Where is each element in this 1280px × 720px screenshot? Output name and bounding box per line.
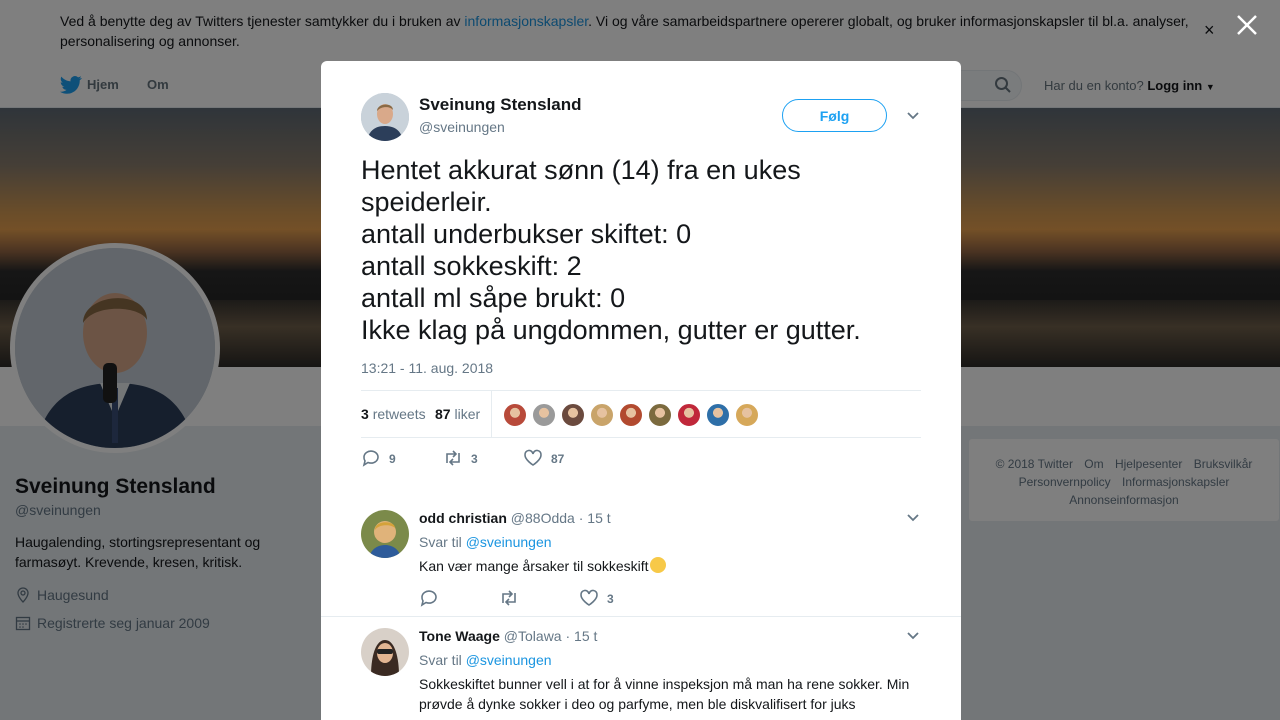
reply-to: Svar til @sveinungen [419, 652, 552, 668]
reply-button[interactable]: 9 [361, 449, 396, 467]
tweet-stats: 3 retweets 87 liker [361, 390, 921, 438]
retweet-icon [446, 450, 460, 466]
tweet-line: antall ml såpe brukt: 0 [361, 283, 626, 313]
heart-icon [524, 449, 542, 466]
reply-divider [321, 616, 961, 617]
liker-avatar[interactable] [619, 403, 643, 427]
heart-icon [580, 589, 598, 606]
liker-avatar[interactable] [677, 403, 701, 427]
like-count: 3 [607, 592, 614, 606]
reply-to-mention[interactable]: @sveinungen [466, 534, 552, 550]
retweet-button[interactable] [499, 589, 527, 607]
stats-divider [491, 391, 492, 438]
reply-time[interactable]: · 15 t [579, 510, 611, 526]
retweet-icon [502, 590, 516, 606]
reply-to-label: Svar til [419, 652, 462, 668]
liker-avatar[interactable] [561, 403, 585, 427]
reply-icon [420, 590, 437, 607]
likes-count: 87 [435, 406, 451, 422]
reply-author-handle[interactable]: @88Odda [511, 510, 575, 526]
reply-avatar-photo [361, 628, 409, 676]
author-name[interactable]: Sveinung Stensland [419, 95, 581, 115]
reply-header: odd christian @88Odda · 15 t [419, 510, 611, 526]
reply-to: Svar til @sveinungen [419, 534, 552, 550]
reply-time[interactable]: · 15 t [565, 628, 597, 644]
tweet-text: Hentet akkurat sønn (14) fra en ukes spe… [361, 154, 921, 346]
liker-avatar[interactable] [648, 403, 672, 427]
retweet-button[interactable]: 3 [443, 449, 478, 467]
reply-header: Tone Waage @Tolawa · 15 t [419, 628, 597, 644]
reply-text: Kan vær mange årsaker til sokkeskift [419, 556, 919, 576]
liker-avatar[interactable] [503, 403, 527, 427]
reply-author-handle[interactable]: @Tolawa [504, 628, 562, 644]
retweet-count: 3 [471, 452, 478, 466]
retweets-label: retweets [372, 406, 426, 422]
chevron-down-icon[interactable] [906, 109, 920, 123]
tweet-line: Ikke klag på ungdommen, gutter er gutter… [361, 315, 861, 345]
like-button[interactable]: 87 [523, 449, 564, 467]
liker-avatar[interactable] [532, 403, 556, 427]
author-avatar-photo [361, 93, 409, 141]
tweet-line: speiderleir. [361, 187, 492, 217]
reply-author-name[interactable]: Tone Waage [419, 628, 500, 644]
liker-avatar[interactable] [735, 403, 759, 427]
reply-author-name[interactable]: odd christian [419, 510, 507, 526]
reply-avatar[interactable] [361, 510, 409, 558]
reply-text-content: Kan vær mange årsaker til sokkeskift [419, 558, 649, 574]
reply-count: 9 [389, 452, 396, 466]
chevron-down-icon[interactable] [906, 511, 920, 525]
author-handle[interactable]: @sveinungen [419, 119, 505, 135]
reply-text: Sokkeskiftet bunner vell i at for å vinn… [419, 676, 910, 712]
reply-avatar[interactable] [361, 628, 409, 676]
like-button[interactable]: 3 [579, 589, 614, 607]
reply-to-mention[interactable]: @sveinungen [466, 652, 552, 668]
like-count: 87 [551, 452, 565, 466]
tweet-timestamp[interactable]: 13:21 - 11. aug. 2018 [361, 360, 493, 376]
thinking-face-icon [649, 557, 666, 573]
tweet-line: antall sokkeskift: 2 [361, 251, 582, 281]
reply-to-label: Svar til [419, 534, 462, 550]
retweets-count: 3 [361, 406, 369, 422]
reply-avatar-photo [361, 510, 409, 558]
reply-icon [362, 450, 379, 467]
chevron-down-icon[interactable] [906, 629, 920, 643]
liker-avatar[interactable] [706, 403, 730, 427]
likes-stat[interactable]: 87 liker [435, 406, 480, 422]
retweets-stat[interactable]: 3 retweets [361, 406, 426, 422]
tweet-line: antall underbukser skiftet: 0 [361, 219, 692, 249]
tweet-line: Hentet akkurat sønn (14) fra en ukes [361, 155, 801, 185]
reply-button[interactable] [419, 589, 447, 607]
liker-avatar[interactable] [590, 403, 614, 427]
close-icon[interactable] [1234, 12, 1260, 38]
tweet-modal: Sveinung Stensland @sveinungen Følg Hent… [321, 61, 961, 720]
likes-label: liker [454, 406, 481, 422]
follow-button[interactable]: Følg [782, 99, 887, 132]
author-avatar[interactable] [361, 93, 409, 141]
